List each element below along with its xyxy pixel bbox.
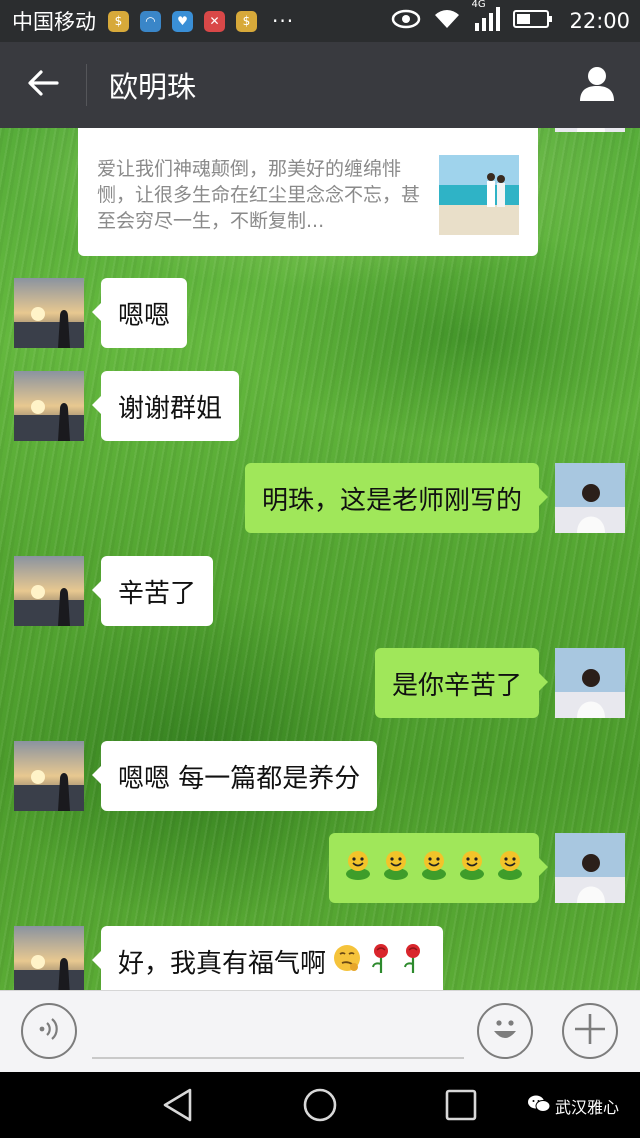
smile-emoji [419,849,449,888]
nav-recent-apps-button[interactable] [444,1088,478,1126]
eye-icon [391,9,421,33]
square-recent-icon [444,1089,478,1126]
header-divider [86,64,87,106]
triangle-back-icon [160,1088,196,1128]
status-bar: 中国移动 $ ◠ ♥ ✕ $ ··· 4G 22:00 [0,0,640,42]
emoji-row [343,849,525,888]
app-notification-icon: ✕ [204,10,225,32]
more-notifications-icon: ··· [272,9,295,33]
carrier-name: 中国移动 [12,10,96,34]
message-text: 嗯嗯 [118,300,171,331]
message-input-bar [0,990,640,1072]
message-bubble-incoming[interactable]: 辛苦了 [91,556,214,626]
message-text: 好，我真有福气啊 [118,948,327,979]
back-button[interactable] [0,42,86,128]
avatar-self[interactable] [555,833,625,903]
system-navigation-bar: 武汉雅心 [0,1072,640,1138]
thinking-emoji [332,943,362,980]
watermark-text: 武汉雅心 [555,1098,620,1117]
chat-message-list[interactable]: 路 爱让我们神魂颠倒，那美好的缠绵悱恻，让很多生命在红尘里念念不忘，甚至会穷尽一… [0,128,640,990]
voice-icon [36,1015,62,1047]
smiley-face-icon [485,1009,525,1053]
wifi-icon [433,8,461,34]
chat-header: 欧明珠 [0,42,640,128]
chat-title: 欧明珠 [109,70,197,104]
rose-emoji [400,942,426,981]
signal-icon: 4G [471,0,501,35]
smile-emoji [457,849,487,888]
message-text-input[interactable] [92,1009,464,1059]
message-bubble-incoming[interactable]: 嗯嗯 [91,278,188,348]
nav-home-button[interactable] [300,1086,340,1128]
arrow-left-icon [27,69,59,101]
avatar-contact[interactable] [14,278,84,348]
emoji-button[interactable] [477,1003,533,1059]
nav-back-button[interactable] [160,1086,196,1128]
watermark: 武汉雅心 [527,1094,619,1118]
message-bubble-outgoing[interactable]: 是你辛苦了 [374,648,549,718]
wechat-logo-icon [527,1094,551,1118]
avatar-self[interactable] [555,648,625,718]
message-text: 嗯嗯 每一篇都是养分 [118,763,361,794]
avatar-contact[interactable] [14,926,84,990]
message-bubble-incoming[interactable]: 嗯嗯 每一篇都是养分 [91,741,378,811]
app-notification-icon: $ [236,10,257,32]
app-notification-icon: ♥ [172,10,193,32]
voice-input-button[interactable] [21,1003,77,1059]
message-bubble-incoming[interactable]: 好，我真有福气啊 [91,926,444,990]
message-text: 明珠，这是老师刚写的 [261,485,522,516]
article-card[interactable]: 路 爱让我们神魂颠倒，那美好的缠绵悱恻，让很多生命在红尘里念念不忘，甚至会穷尽一… [78,128,538,256]
message-text: 辛苦了 [118,578,197,609]
smile-emoji [343,849,373,888]
smile-emoji [381,849,411,888]
article-thumbnail [439,155,519,235]
battery-icon [513,9,553,33]
avatar-self[interactable] [555,463,625,533]
message-bubble-outgoing[interactable] [329,833,548,903]
avatar-contact[interactable] [14,556,84,626]
chat-info-button[interactable] [554,42,640,128]
avatar-self[interactable] [555,128,625,132]
avatar-contact[interactable] [14,371,84,441]
network-type: 4G [471,0,486,10]
clock: 22:00 [569,9,630,33]
message-text: 谢谢群姐 [118,393,223,424]
app-notification-icon: $ [108,10,129,32]
plus-icon [572,1011,608,1051]
person-icon [578,65,616,105]
article-description: 爱让我们神魂颠倒，那美好的缠绵悱恻，让很多生命在红尘里念念不忘，甚至会穷尽一生，… [97,158,421,232]
avatar-contact[interactable] [14,741,84,811]
message-bubble-incoming[interactable]: 谢谢群姐 [91,371,240,441]
rose-emoji [368,942,394,981]
smile-emoji [495,849,525,888]
message-bubble-outgoing[interactable]: 明珠，这是老师刚写的 [244,463,549,533]
message-text: 是你辛苦了 [391,670,522,701]
circle-home-icon [300,1088,340,1128]
more-functions-button[interactable] [562,1003,618,1059]
app-notification-icon: ◠ [140,10,161,32]
